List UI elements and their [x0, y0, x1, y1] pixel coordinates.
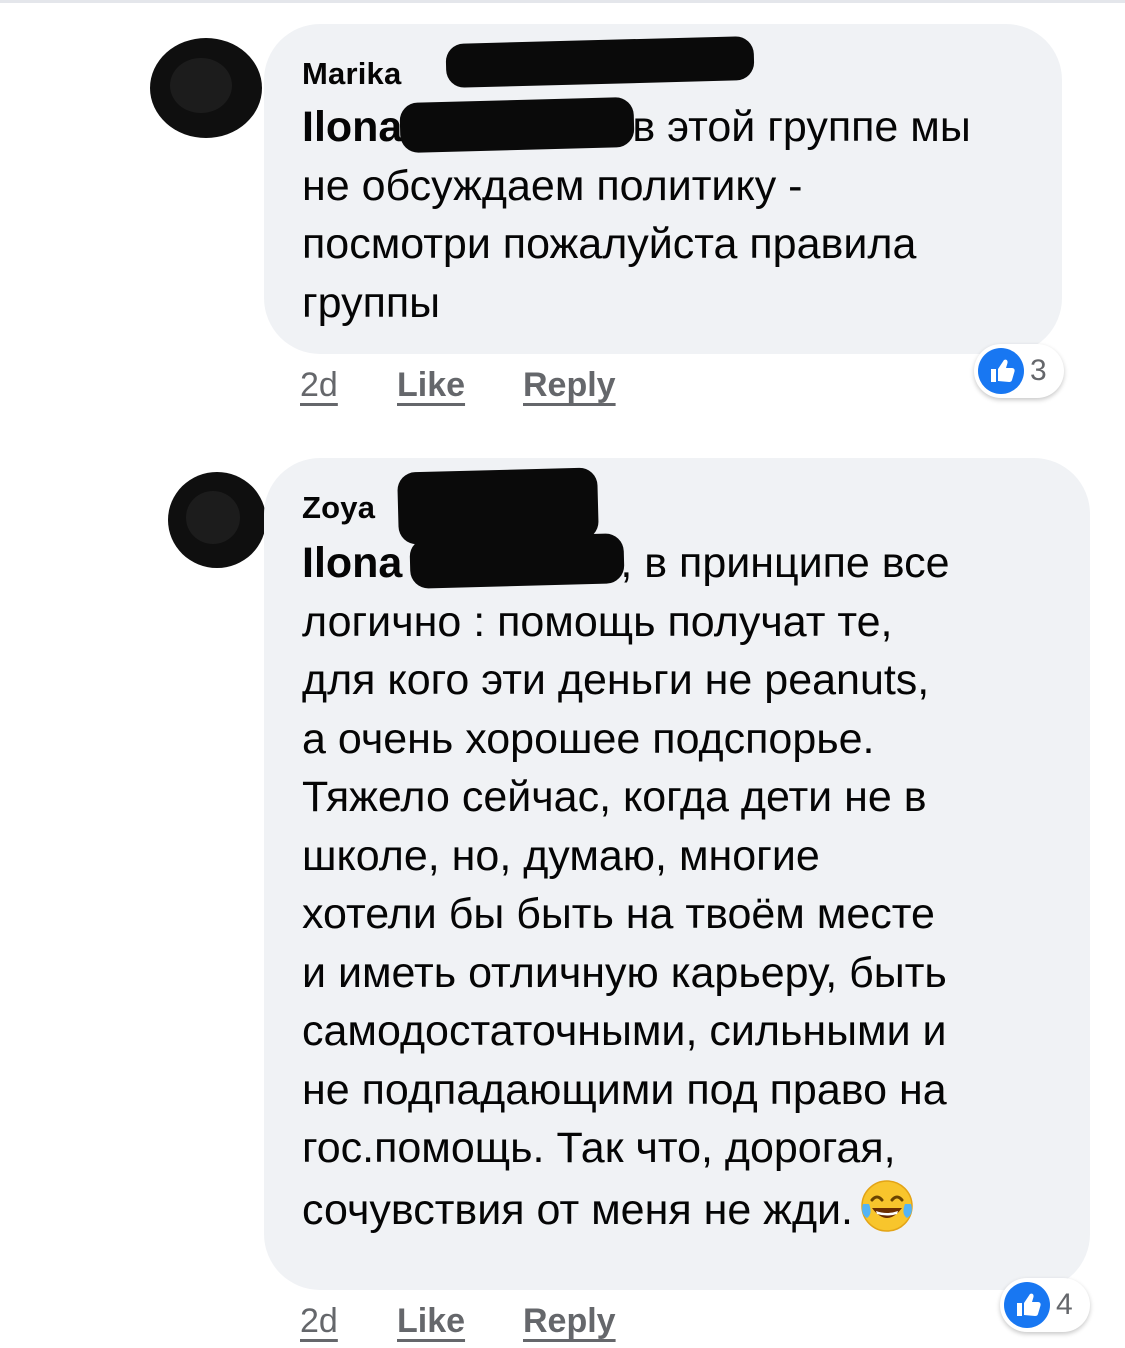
comment-2-text: , в принципе все логично : помощь получа… — [302, 539, 950, 1234]
comment-2-avatar[interactable] — [168, 472, 266, 568]
comment-2-mention[interactable]: Ilona — [302, 539, 402, 587]
comment-2-body: Ilona​, в принципе все логично : помощь … — [302, 534, 1082, 1239]
comment-1-reaction-count: 3 — [1030, 354, 1047, 387]
face-with-tears-of-joy-icon — [861, 1179, 913, 1232]
top-divider — [0, 0, 1125, 3]
comment-2-mention-redaction — [409, 533, 625, 589]
comment-2-author[interactable]: Zoya — [302, 490, 375, 526]
comment-2-reaction-badge[interactable]: 4 — [1000, 1278, 1090, 1332]
comment-1-reaction-badge[interactable]: 3 — [974, 344, 1064, 398]
comment-1-avatar[interactable] — [150, 38, 262, 138]
comment-2-like-button[interactable]: Like — [397, 1302, 465, 1341]
comment-2-timestamp[interactable]: 2d — [300, 1302, 338, 1341]
thumbs-up-icon — [1004, 1282, 1050, 1328]
comment-1-mention-redaction — [399, 96, 635, 154]
comment-2-actions: 2d Like Reply — [300, 1302, 660, 1346]
thumbs-up-icon — [978, 348, 1024, 394]
comment-2-reaction-count: 4 — [1056, 1288, 1073, 1321]
comment-1-timestamp[interactable]: 2d — [300, 366, 338, 405]
comment-1-author[interactable]: Marika — [302, 56, 401, 92]
comment-1-like-button[interactable]: Like — [397, 366, 465, 405]
comment-1-actions: 2d Like Reply — [300, 366, 660, 410]
comment-1-mention[interactable]: Ilona — [302, 103, 402, 151]
comment-1-reply-button[interactable]: Reply — [523, 366, 616, 405]
comment-1-author-redaction — [445, 35, 755, 89]
comment-2-reply-button[interactable]: Reply — [523, 1302, 616, 1341]
